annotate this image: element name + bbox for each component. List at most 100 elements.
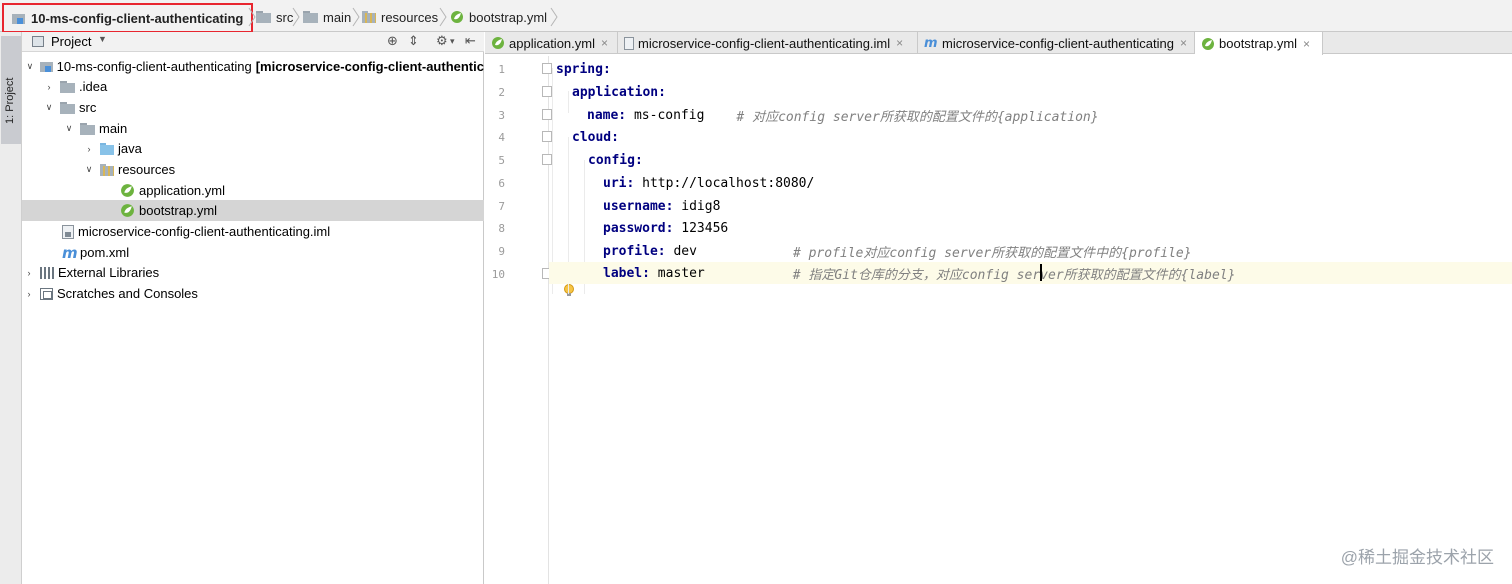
line-number: 5 [498, 154, 505, 167]
tab-maven-project[interactable]: m microservice-config-client-authenticat… [918, 32, 1195, 54]
yaml-value: dev [665, 243, 697, 259]
tree-item-label: bootstrap.yml [139, 203, 218, 218]
line-number: 9 [498, 245, 505, 258]
resources-folder-icon [100, 163, 114, 176]
tree-item-iml-file[interactable]: microservice-config-client-authenticatin… [22, 221, 484, 242]
tab-label: microservice-config-client-authenticatin… [942, 35, 1174, 51]
breadcrumb-separator-icon [550, 7, 558, 27]
breadcrumb-bootstrap-yml[interactable]: bootstrap.yml [450, 6, 547, 28]
tree-item-pom-xml[interactable]: m pom.xml [22, 242, 484, 263]
maven-icon: m [924, 35, 938, 51]
chevron-down-icon[interactable]: ∨ [64, 123, 74, 134]
yaml-value: master [649, 265, 705, 281]
breadcrumb-separator-icon [352, 7, 360, 27]
code-line[interactable]: spring: [549, 58, 1512, 80]
tree-item-label: main [99, 121, 128, 136]
line-number: 3 [498, 109, 505, 122]
close-icon[interactable]: × [1180, 36, 1187, 50]
yaml-key: profile: [603, 243, 666, 259]
tree-item-project-root[interactable]: ∨ 10-ms-config-client-authenticating [mi… [22, 56, 484, 77]
chevron-down-icon[interactable]: ▼ [98, 34, 107, 44]
yaml-key: username: [603, 198, 674, 214]
line-number: 10 [491, 268, 505, 281]
code-line[interactable]: uri: http://localhost:8080/ [549, 172, 1512, 194]
hide-panel-icon[interactable]: ⇤ [465, 33, 476, 49]
chevron-right-icon[interactable]: › [24, 289, 34, 299]
project-tool-window-button[interactable]: 1: Project [1, 36, 21, 144]
project-panel: Project ▼ ⊕ ⇕ ⚙ ▾ ⇤ ∨ 10-ms-config-clien… [22, 32, 484, 584]
folder-icon [303, 11, 318, 23]
close-icon[interactable]: × [601, 36, 608, 50]
tree-item-label: application.yml [139, 183, 225, 198]
yaml-key: spring: [556, 61, 611, 77]
tree-item-application-yml[interactable]: application.yml [22, 180, 484, 201]
breadcrumb-project-root[interactable]: 10-ms-config-client-authenticating [2, 3, 254, 33]
folder-icon [60, 101, 75, 114]
tool-window-label: 1: Project [4, 77, 16, 124]
yaml-value: http://localhost:8080/ [634, 175, 815, 191]
line-number: 8 [498, 222, 505, 235]
yaml-value: 123456 [673, 220, 729, 236]
chevron-down-icon[interactable]: ∨ [84, 164, 94, 175]
line-number: 4 [498, 131, 505, 144]
tree-item-idea[interactable]: › .idea [22, 76, 484, 97]
tree-item-label: .idea [79, 79, 108, 94]
tab-application-yml[interactable]: application.yml × [485, 32, 618, 54]
tool-window-strip: 1: Project [0, 32, 22, 584]
code-line[interactable]: profile: dev # profile对应config server所获取的… [549, 240, 1512, 262]
chevron-down-icon[interactable]: ∨ [26, 61, 35, 72]
breadcrumb-resources[interactable]: resources [362, 6, 438, 28]
tab-iml-file[interactable]: microservice-config-client-authenticatin… [618, 32, 918, 54]
code-line-current[interactable]: label: master # 指定Git仓库的分支，对应config serve… [549, 262, 1512, 284]
yaml-key: application: [572, 84, 666, 100]
yaml-key: label: [603, 265, 650, 281]
breadcrumb-src[interactable]: src [256, 6, 293, 28]
close-icon[interactable]: × [896, 36, 903, 50]
yaml-key: uri: [603, 175, 635, 191]
tree-item-bootstrap-yml[interactable]: bootstrap.yml [22, 200, 484, 221]
project-view-selector[interactable]: Project [51, 34, 91, 49]
breadcrumb-label: bootstrap.yml [469, 9, 548, 25]
yaml-value: ms-config [626, 107, 705, 123]
module-icon [40, 60, 54, 73]
tree-item-main[interactable]: ∨ main [22, 118, 484, 139]
tree-item-label: java [118, 141, 142, 156]
source-folder-icon [100, 142, 114, 155]
chevron-right-icon[interactable]: › [84, 144, 94, 154]
code-line[interactable]: username: idig8 [549, 195, 1512, 217]
yaml-value: idig8 [673, 198, 721, 214]
breadcrumb-main[interactable]: main [303, 6, 351, 28]
chevron-right-icon[interactable]: › [24, 268, 34, 278]
code-line[interactable]: name: ms-config # 对应config server所获取的配置文件… [549, 104, 1512, 126]
code-editor[interactable]: spring: application: name: ms-config # 对应… [549, 56, 1512, 584]
tab-label: bootstrap.yml [1219, 36, 1298, 51]
folder-icon [80, 122, 95, 135]
tree-item-external-libraries[interactable]: › External Libraries [22, 262, 484, 283]
tree-item-java[interactable]: › java [22, 138, 484, 159]
tab-label: application.yml [509, 35, 595, 51]
spring-yml-icon [492, 37, 504, 49]
text-caret [1040, 264, 1042, 281]
editor-area: application.yml × microservice-config-cl… [485, 32, 1512, 584]
chevron-right-icon[interactable]: › [44, 82, 54, 92]
code-line[interactable]: password: 123456 [549, 217, 1512, 239]
scratches-icon [40, 287, 53, 300]
breadcrumb-separator-icon [439, 7, 447, 27]
code-line[interactable]: cloud: [549, 126, 1512, 148]
libraries-icon [40, 266, 54, 279]
tree-item-resources[interactable]: ∨ resources [22, 159, 484, 180]
yaml-key: config: [588, 152, 643, 168]
tree-item-module-name: [microservice-config-client-authentic [255, 59, 484, 74]
code-line[interactable]: application: [549, 81, 1512, 103]
chevron-down-icon[interactable]: ▾ [450, 36, 455, 47]
collapse-all-icon[interactable]: ⇕ [408, 33, 419, 49]
breadcrumb-root-label: 10-ms-config-client-authenticating [31, 10, 244, 26]
gear-icon[interactable]: ⚙ [436, 33, 448, 49]
locate-file-icon[interactable]: ⊕ [387, 33, 398, 49]
tab-bootstrap-yml[interactable]: bootstrap.yml × [1195, 32, 1323, 55]
tree-item-src[interactable]: ∨ src [22, 97, 484, 118]
close-icon[interactable]: × [1303, 37, 1310, 51]
code-line[interactable]: config: [549, 149, 1512, 171]
chevron-down-icon[interactable]: ∨ [44, 102, 54, 113]
tree-item-scratches[interactable]: › Scratches and Consoles [22, 283, 484, 304]
